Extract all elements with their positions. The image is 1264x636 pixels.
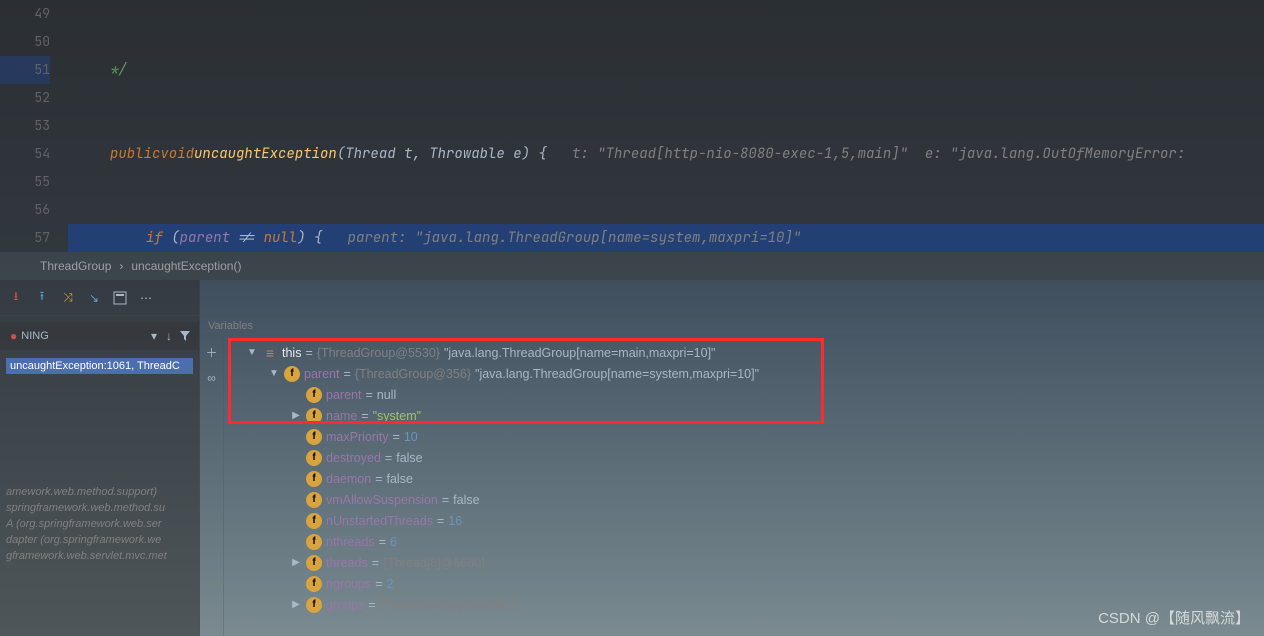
frame-item[interactable]: amework.web.method.support) [6, 486, 193, 498]
line-number: 52 [0, 84, 50, 112]
more-icon[interactable]: ⋯ [138, 290, 154, 306]
code-line: */ [74, 56, 127, 84]
field-icon: f [306, 492, 322, 508]
frames-header: ● NING ▾ ↓ [0, 322, 199, 350]
frame-item[interactable]: gframework.web.servlet.mvc.met [6, 550, 193, 562]
var-row[interactable]: f destroyed = false [232, 447, 1256, 468]
expand-icon[interactable]: ▶ [290, 410, 302, 421]
code-line: public void uncaughtException(Thread t, … [68, 140, 1264, 168]
frame-item[interactable]: springframework.web.method.su [6, 502, 193, 514]
mute-breakpoints-icon[interactable]: ⤨ [60, 290, 76, 306]
vars-gutter: ＋ ∞ [200, 336, 224, 636]
gutter: 49 50 51 52 53 54 55 56 57 [0, 0, 68, 252]
code-line-current: if (parent != null) { parent: "java.lang… [68, 224, 1264, 252]
var-row[interactable]: f nUnstartedThreads = 16 [232, 510, 1256, 531]
var-row[interactable]: f vmAllowSuspension = false [232, 489, 1256, 510]
var-row[interactable]: f daemon = false [232, 468, 1256, 489]
line-number: 56 [0, 196, 50, 224]
calculator-icon[interactable] [112, 290, 128, 306]
code-area[interactable]: */ public void uncaughtException(Thread … [68, 0, 1264, 252]
expand-icon[interactable]: ▶ [290, 557, 302, 568]
link-icon[interactable]: ∞ [204, 370, 220, 386]
breadcrumb-item[interactable]: uncaughtException() [131, 259, 241, 273]
line-number: 57 [0, 224, 50, 252]
line-number: 51 [0, 56, 50, 84]
field-icon: f [284, 366, 300, 382]
step-into-icon[interactable]: ⭱ [34, 290, 50, 306]
frame-item[interactable]: dapter (org.springframework.we [6, 534, 193, 546]
var-row[interactable]: ▶f threads = {Thread[8]@6680} [232, 552, 1256, 573]
line-number: 53 [0, 112, 50, 140]
watermark: CSDN @【随风飘流】 [1098, 607, 1250, 628]
variables-tree[interactable]: ▼≡ this = {ThreadGroup@5530} "java.lang.… [224, 336, 1264, 636]
field-icon: f [306, 576, 322, 592]
expand-icon[interactable]: ▼ [246, 347, 258, 358]
line-number: 54 [0, 140, 50, 168]
field-icon: f [306, 597, 322, 613]
chevron-right-icon: › [119, 259, 123, 273]
debug-toolbar: ⭳ ⭱ ⤨ ↘ ⋯ [0, 280, 199, 316]
var-row[interactable]: f ngroups = 2 [232, 573, 1256, 594]
var-row[interactable]: ▼f parent = {ThreadGroup@356} "java.lang… [232, 363, 1256, 384]
field-icon: f [306, 408, 322, 424]
this-icon: ≡ [262, 345, 278, 361]
var-row[interactable]: f nthreads = 6 [232, 531, 1256, 552]
var-row[interactable]: f parent = null [232, 384, 1256, 405]
var-row[interactable]: ▼≡ this = {ThreadGroup@5530} "java.lang.… [232, 342, 1256, 363]
line-number: 50 [0, 28, 50, 56]
debugger-panel: ⭳ ⭱ ⤨ ↘ ⋯ ● NING ▾ ↓ uncaughtException:1… [0, 280, 1264, 636]
step-down-icon[interactable]: ↓ [161, 328, 177, 344]
field-icon: f [306, 387, 322, 403]
field-icon: f [306, 555, 322, 571]
vars-toolbar [200, 280, 1264, 316]
expand-icon[interactable]: ▼ [268, 368, 280, 379]
frame-item[interactable]: uncaughtException:1061, ThreadC [6, 358, 193, 374]
field-icon: f [306, 534, 322, 550]
frames-list[interactable]: uncaughtException:1061, ThreadC amework.… [0, 350, 199, 570]
filter-icon[interactable] [177, 328, 193, 344]
field-icon: f [306, 513, 322, 529]
field-icon: f [306, 450, 322, 466]
frames-panel: ⭳ ⭱ ⤨ ↘ ⋯ ● NING ▾ ↓ uncaughtException:1… [0, 280, 200, 636]
line-number: 49 [0, 0, 50, 28]
thread-dropdown[interactable]: ● NING ▾ [6, 327, 161, 345]
breadcrumb-item[interactable]: ThreadGroup [40, 259, 111, 273]
var-row[interactable]: ▶f name = "system" [232, 405, 1256, 426]
breadcrumb[interactable]: ThreadGroup › uncaughtException() [0, 252, 1264, 280]
step-icon[interactable]: ↘ [86, 290, 102, 306]
frame-item[interactable]: A (org.springframework.web.ser [6, 518, 193, 530]
plus-icon[interactable]: ＋ [204, 344, 220, 360]
expand-icon[interactable]: ▶ [290, 599, 302, 610]
variables-label: Variables [200, 316, 1264, 336]
field-icon: f [306, 429, 322, 445]
step-out-icon[interactable]: ⭳ [8, 290, 24, 306]
variables-panel: Variables ＋ ∞ ▼≡ this = {ThreadGroup@553… [200, 280, 1264, 636]
chevron-down-icon: ▾ [151, 329, 157, 343]
var-row[interactable]: f maxPriority = 10 [232, 426, 1256, 447]
field-icon: f [306, 471, 322, 487]
line-number: 55 [0, 168, 50, 196]
code-editor[interactable]: 49 50 51 52 53 54 55 56 57 */ public voi… [0, 0, 1264, 252]
